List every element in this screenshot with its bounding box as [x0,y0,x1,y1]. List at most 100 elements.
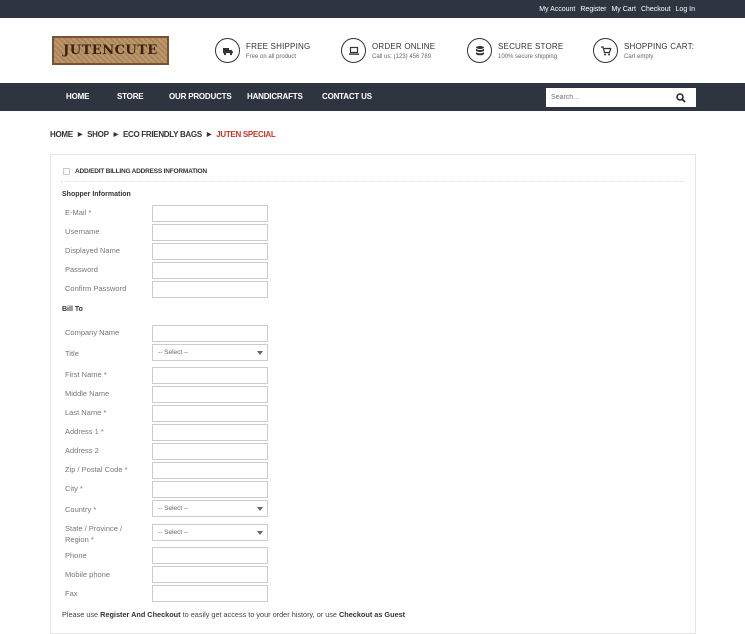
laptop-icon [341,38,366,63]
company-label: Company Name [65,328,120,337]
search-box [546,88,696,107]
note-prefix: Please use [62,610,101,619]
feature-subtitle: Free on all product [246,53,297,60]
breadcrumb-shop[interactable]: SHOP [87,130,109,139]
header: JUTENCUTE FREE SHIPPING Free on all prod… [0,18,745,83]
state-select-value: -- Select -- [158,529,189,536]
search-button[interactable] [666,88,696,107]
nav-home[interactable]: HOME [66,92,89,101]
chevron-right-icon: ▶ [113,132,119,138]
phone-field[interactable] [152,547,268,564]
nav-store[interactable]: STORE [117,92,144,101]
feature-shopping-cart[interactable]: SHOPPING CART: Cart empty [593,38,719,63]
cart-icon [593,38,618,63]
my-cart-link[interactable]: My Cart [611,6,636,13]
state-select[interactable]: -- Select -- [152,524,268,541]
fax-field[interactable] [152,585,268,602]
last-name-label: Last Name * [65,408,107,417]
feature-subtitle: Cart empty [624,53,654,60]
caret-down-icon [257,507,263,511]
chevron-right-icon: ▶ [77,132,83,138]
email-label: E-Mail * [65,208,92,217]
billing-checkbox[interactable] [63,168,70,175]
caret-down-icon [257,351,263,355]
displayed-name-field[interactable] [152,243,268,260]
password-field[interactable] [152,262,268,279]
displayed-name-label: Displayed Name [65,246,121,255]
address1-label: Address 1 * [65,427,104,436]
fax-label: Fax [65,589,78,598]
feature-title: ORDER ONLINE [372,41,436,51]
note-checkout-guest: Checkout as Guest [339,610,406,619]
nav-handicrafts[interactable]: HANDICRAFTS [247,92,303,101]
feature-strip: FREE SHIPPING Free on all product ORDER … [215,38,719,63]
shopper-section-title: Shopper Information [62,191,131,198]
country-select[interactable]: -- Select -- [152,500,268,517]
note-register-checkout: Register And Checkout [100,610,181,619]
email-field[interactable] [152,205,268,222]
password-label: Password [65,265,98,274]
billing-form-panel: ADD/EDIT BILLING ADDRESS INFORMATION Sho… [50,154,696,634]
address2-field[interactable] [152,443,268,460]
breadcrumb-home[interactable]: HOME [50,130,73,139]
confirm-password-label: Confirm Password [65,284,127,293]
state-label-line1: State / Province / [65,524,123,533]
register-link[interactable]: Register [580,6,606,13]
username-field[interactable] [152,224,268,241]
caret-down-icon [257,531,263,535]
feature-subtitle: Call us: (123) 456 789 [372,53,432,60]
search-input[interactable] [546,88,666,107]
database-icon [467,38,492,63]
title-label: Title [65,349,79,358]
login-link[interactable]: Log In [676,6,695,13]
city-field[interactable] [152,481,268,498]
city-label: City * [65,484,83,493]
main-nav: HOME STORE OUR PRODUCTS HANDICRAFTS CONT… [0,83,745,111]
divider [61,181,685,182]
nav-contact-us[interactable]: CONTACT US [322,92,372,101]
first-name-field[interactable] [152,367,268,384]
logo-text: JUTENCUTE [63,43,158,58]
chevron-right-icon: ▶ [206,132,212,138]
feature-order-online: ORDER ONLINE Call us: (123) 456 789 [341,38,467,63]
zip-field[interactable] [152,462,268,479]
state-label-line2: Region * [65,535,94,544]
company-field[interactable] [152,325,268,342]
username-label: Username [65,227,100,236]
breadcrumb-current: JUTEN SPECIAL [216,130,276,139]
search-icon [676,92,686,103]
mobile-label: Mobile phone [65,570,111,579]
feature-title: SECURE STORE [498,41,564,51]
billing-checkbox-label: ADD/EDIT BILLING ADDRESS INFORMATION [75,168,207,175]
truck-icon [215,38,240,63]
nav-our-products[interactable]: OUR PRODUCTS [169,92,232,101]
title-select[interactable]: -- Select -- [152,344,268,361]
feature-subtitle: 100% secure shipping [498,53,558,60]
site-logo[interactable]: JUTENCUTE [52,36,169,65]
my-account-link[interactable]: My Account [539,6,575,13]
confirm-password-field[interactable] [152,281,268,298]
middle-name-field[interactable] [152,386,268,403]
top-bar: My Account Register My Cart Checkout Log… [0,0,745,18]
country-select-value: -- Select -- [158,505,189,512]
breadcrumb-eco-bags[interactable]: ECO FRIENDLY BAGS [123,130,202,139]
checkout-link[interactable]: Checkout [641,6,671,13]
zip-label: Zip / Postal Code * [65,465,128,474]
feature-secure-store: SECURE STORE 100% secure shipping [467,38,593,63]
phone-label: Phone [65,551,87,560]
last-name-field[interactable] [152,405,268,422]
checkout-note: Please use Register And Checkout to easi… [62,610,405,619]
note-middle: to easily get access to your order histo… [180,610,340,619]
first-name-label: First Name * [65,370,107,379]
title-select-value: -- Select -- [158,349,189,356]
address2-label: Address 2 [65,446,99,455]
middle-name-label: Middle Name [65,389,110,398]
country-label: Country * [65,505,97,514]
breadcrumb: HOME ▶ SHOP ▶ ECO FRIENDLY BAGS ▶ JUTEN … [50,130,276,139]
bill-to-section-title: Bill To [62,306,83,313]
mobile-field[interactable] [152,566,268,583]
feature-title: FREE SHIPPING [246,41,311,51]
address1-field[interactable] [152,424,268,441]
billing-checkbox-row: ADD/EDIT BILLING ADDRESS INFORMATION [63,168,207,175]
feature-free-shipping: FREE SHIPPING Free on all product [215,38,341,63]
